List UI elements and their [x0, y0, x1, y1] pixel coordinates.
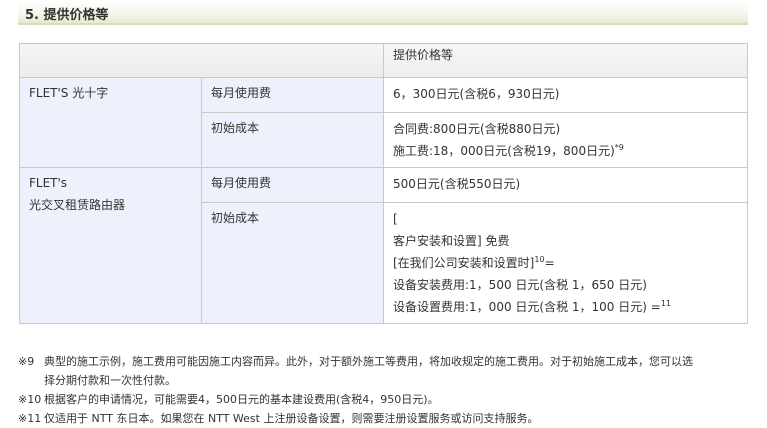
value-text: [	[393, 212, 398, 226]
item-label-cell: 每月使用费	[201, 77, 384, 113]
value-text: [在我们公司安装和设置时]	[393, 256, 535, 270]
value-line: [在我们公司安装和设置时]10=	[393, 252, 738, 274]
footnote-ref: 10	[534, 255, 545, 264]
value-line: 设备设置费用:1，000 日元(含税 1，100 日元) =11	[393, 296, 738, 318]
footnote-mark: ※9	[18, 355, 35, 368]
footnote-ref: 11	[660, 299, 671, 308]
value-cell: 6，300日元(含税6，930日元)	[383, 77, 748, 113]
footnote: ※11 仅适用于 NTT 东日本。如果您在 NTT West 上注册设备设置，则…	[18, 409, 753, 428]
value-text: 设备设置费用:1，000 日元(含税 1，100 日元) =	[393, 300, 661, 314]
value-cell: 合同费:800日元(含税880日元) 施工费:18，000日元(含税19，800…	[383, 112, 748, 168]
section-heading: 5. 提供价格等	[18, 0, 748, 25]
footnote-mark: ※10	[18, 393, 42, 406]
value-line: 合同费:800日元(含税880日元)	[393, 118, 738, 140]
value-text: =	[544, 256, 555, 270]
footnote-line: 择分期付款和一次性付款。	[44, 374, 176, 387]
header-blank-cell	[19, 43, 384, 78]
value-line: 施工费:18，000日元(含税19，800日元)*9	[393, 140, 738, 162]
footnotes: ※9 典型的施工示例，施工费用可能因施工内容而异。此外，对于额外施工等费用，将加…	[18, 352, 753, 428]
footnote: ※10 根据客户的申请情况，可能需要4，500日元的基本建设费用(含税4，950…	[18, 390, 753, 409]
footnote-line: 仅适用于 NTT 东日本。如果您在 NTT West 上注册设备设置，则需要注册…	[44, 412, 539, 425]
value-line: 设备安装费用:1，500 日元(含税 1，650 日元)	[393, 274, 738, 296]
footnote: ※9 典型的施工示例，施工费用可能因施工内容而异。此外，对于额外施工等费用，将加…	[18, 352, 753, 390]
table-row: FLET's 光交叉租赁路由器 每月使用费 500日元(含税550日元)	[19, 167, 748, 324]
header-price-cell: 提供价格等	[383, 43, 748, 78]
item-label-cell: 初始成本	[201, 202, 384, 324]
section-title: 5. 提供价格等	[25, 8, 109, 23]
value-cell: 500日元(含税550日元)	[383, 167, 748, 203]
service-name-cell: FLET's 光交叉租赁路由器	[19, 167, 202, 324]
table-header-row: 提供价格等	[19, 43, 748, 78]
footnote-mark: ※11	[18, 412, 42, 425]
value-line: [	[393, 208, 738, 230]
service-name-line: FLET'S 光十字	[29, 86, 109, 100]
value-text: 施工费:18，000日元(含税19，800日元)	[393, 144, 615, 158]
price-table: 提供价格等 FLET'S 光十字 每月使用费 6，300日元(含税6，930日元…	[19, 43, 748, 324]
service-name-cell: FLET'S 光十字	[19, 77, 202, 168]
footnote-line: 典型的施工示例，施工费用可能因施工内容而异。此外，对于额外施工等费用，将加收规定…	[44, 355, 693, 368]
value-cell: [ 客户安装和设置] 免费 [在我们公司安装和设置时]10= 设备安装费用:1，…	[383, 202, 748, 324]
value-text: 设备安装费用:1，500 日元(含税 1，650 日元)	[393, 278, 647, 292]
item-label-cell: 每月使用费	[201, 167, 384, 203]
service-name-line: 光交叉租赁路由器	[29, 198, 126, 212]
value-text: 合同费:800日元(含税880日元)	[393, 122, 561, 136]
table-row: FLET'S 光十字 每月使用费 6，300日元(含税6，930日元)	[19, 77, 748, 168]
footnote-ref: *9	[614, 143, 624, 152]
item-label-cell: 初始成本	[201, 112, 384, 168]
value-line: 客户安装和设置] 免费	[393, 230, 738, 252]
value-text: 客户安装和设置] 免费	[393, 234, 510, 248]
service-name-line: FLET's	[29, 176, 68, 190]
footnote-line: 根据客户的申请情况，可能需要4，500日元的基本建设费用(含税4，950日元)。	[44, 393, 439, 406]
